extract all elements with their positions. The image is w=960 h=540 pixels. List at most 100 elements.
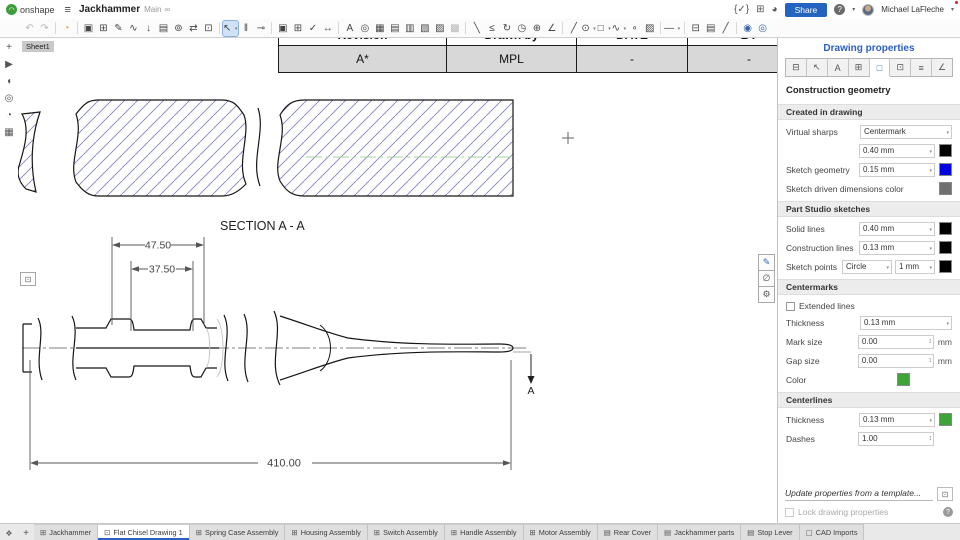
label-icon[interactable]: ▣: [275, 21, 290, 36]
edit-visibility-button[interactable]: ✎: [758, 254, 775, 271]
lock-properties-checkbox[interactable]: [785, 508, 794, 517]
doc-tab-switch-assembly[interactable]: ⊞Switch Assembly: [368, 524, 445, 540]
document-menu-icon[interactable]: ≡: [65, 4, 71, 16]
doc-tab-flat-chisel-drawing-1[interactable]: ⊡Flat Chisel Drawing 1: [98, 524, 190, 540]
doc-tab-housing-assembly[interactable]: ⊞Housing Assembly: [285, 524, 367, 540]
ordinate-dimension-icon[interactable]: ‖: [238, 21, 253, 36]
assistant-icon[interactable]: ◕: [772, 4, 778, 15]
avatar[interactable]: [862, 4, 874, 16]
sketch-geometry-color-swatch[interactable]: [939, 163, 952, 176]
measure-icon[interactable]: ↔: [320, 21, 335, 36]
tab-units-defaults[interactable]: ∠: [932, 59, 952, 76]
dashes-stepper[interactable]: ↕: [929, 435, 934, 442]
mark-size-input[interactable]: [859, 337, 929, 346]
draw-line-icon[interactable]: ╱: [566, 21, 581, 36]
share-button[interactable]: Share: [785, 3, 828, 17]
sketch-points-size-select[interactable]: 1 mm: [895, 260, 935, 274]
centerline-color-swatch[interactable]: [939, 413, 952, 426]
tab-leader-defaults[interactable]: ↖: [807, 59, 828, 76]
learning-center-icon[interactable]: ◔: [59, 21, 74, 36]
tab-construction-defaults[interactable]: □: [870, 59, 891, 76]
table-icon[interactable]: ▦: [372, 21, 387, 36]
gap-size-input[interactable]: [859, 356, 929, 365]
drawing-view-svg[interactable]: SECTION A - A: [18, 38, 777, 523]
section-view-geometry[interactable]: [18, 100, 513, 196]
doc-tab-jackhammer-parts[interactable]: ▤Jackhammer parts: [658, 524, 741, 540]
dimension-410-00[interactable]: 410.00: [267, 458, 301, 470]
bend-table-icon[interactable]: ▥: [402, 21, 417, 36]
tab-dim-defaults[interactable]: ⊟: [786, 59, 807, 76]
extended-lines-checkbox[interactable]: [786, 302, 795, 311]
tab-view-defaults[interactable]: ⊞: [849, 59, 870, 76]
doc-tab-stop-lever[interactable]: ▤Stop Lever: [741, 524, 799, 540]
new-sheet-icon[interactable]: ⊟: [688, 21, 703, 36]
virtual-sharps-select[interactable]: Centermark: [860, 125, 952, 139]
swap-view-icon[interactable]: ⇄: [186, 21, 201, 36]
dimension-lines[interactable]: [30, 237, 511, 470]
comments-icon[interactable]: ◖: [6, 76, 12, 87]
sketch-points-color-swatch[interactable]: [939, 260, 952, 273]
doc-tab-rear-cover[interactable]: ▤Rear Cover: [598, 524, 658, 540]
draw-spline-icon[interactable]: ∿: [612, 21, 627, 36]
insert-image-icon[interactable]: ▤: [156, 21, 171, 36]
drawing-canvas[interactable]: Sheet1 Revision Drawn by DATE BY A* MPL …: [18, 38, 777, 523]
doc-tab-cad-imports[interactable]: ▢CAD Imports: [800, 524, 865, 540]
new-tab-button[interactable]: +: [18, 528, 34, 540]
timer-icon[interactable]: ◷: [514, 21, 529, 36]
draw-circle-icon[interactable]: ⊙: [581, 21, 596, 36]
redo-icon[interactable]: ↷: [37, 21, 52, 36]
dashes-input[interactable]: [859, 434, 929, 443]
hatch-icon[interactable]: ▨: [642, 21, 657, 36]
crop-view-icon[interactable]: ⊡: [201, 21, 216, 36]
find-icon[interactable]: ◎: [357, 21, 372, 36]
insert-view-icon[interactable]: ▣: [81, 21, 96, 36]
help-caret-icon[interactable]: ▾: [852, 6, 855, 13]
doc-tab-motor-assembly[interactable]: ⊞Motor Assembly: [524, 524, 598, 540]
sheet-image-icon[interactable]: ▤: [703, 21, 718, 36]
solid-lines-color-swatch[interactable]: [939, 222, 952, 235]
insert-table-icon[interactable]: ⊞: [96, 21, 111, 36]
line-style-icon[interactable]: —: [664, 21, 681, 36]
selection-filter-icon[interactable]: ❖: [0, 529, 18, 540]
rotate-icon[interactable]: ↻: [499, 21, 514, 36]
centerline-thickness-select[interactable]: 0.13 mm: [859, 413, 935, 427]
lock-help-icon[interactable]: ?: [943, 507, 953, 517]
apps-icon[interactable]: ⊞: [756, 4, 764, 15]
solid-lines-select[interactable]: 0.40 mm: [859, 222, 935, 236]
hole-table-icon[interactable]: ▤: [387, 21, 402, 36]
dimension-icon[interactable]: ↖: [223, 21, 238, 36]
sketch-dims-color-swatch[interactable]: [939, 182, 952, 195]
tab-sheet-defaults[interactable]: ⊡: [890, 59, 911, 76]
preview-dims-icon[interactable]: ◉: [740, 21, 755, 36]
cutlist-table-icon[interactable]: ▨: [432, 21, 447, 36]
check-icon[interactable]: ✓: [305, 21, 320, 36]
insert-callout-icon[interactable]: ↓: [141, 21, 156, 36]
virtual-sharps-size-select[interactable]: 0.40 mm: [859, 144, 935, 158]
preview-annotations-icon[interactable]: ◎: [755, 21, 770, 36]
insert-link-icon[interactable]: ⊚: [171, 21, 186, 36]
doc-tab-handle-assembly[interactable]: ⊞Handle Assembly: [445, 524, 524, 540]
sketch-points-shape-select[interactable]: Circle: [842, 260, 892, 274]
dimension-37-50[interactable]: 37.50: [149, 264, 175, 276]
mark-size-stepper[interactable]: ↕: [928, 338, 933, 345]
text-icon[interactable]: A: [342, 21, 357, 36]
construction-lines-color-swatch[interactable]: [939, 241, 952, 254]
draw-rect-icon[interactable]: □: [597, 21, 612, 36]
help-icon[interactable]: ?: [834, 4, 845, 15]
divider-line-icon[interactable]: ╱: [718, 21, 733, 36]
history-icon[interactable]: ◔: [6, 110, 12, 121]
branch-icon[interactable]: {✓}: [734, 4, 749, 15]
section-view-label[interactable]: SECTION A - A: [220, 219, 305, 233]
doc-tab-jackhammer[interactable]: ⊞Jackhammer: [34, 524, 98, 540]
insert-note-icon[interactable]: ∿: [126, 21, 141, 36]
section-cut-arrow[interactable]: A: [513, 352, 535, 397]
select-icon[interactable]: ▶: [5, 59, 13, 70]
virtual-sharps-color-swatch[interactable]: [939, 144, 952, 157]
tab-hatch-defaults[interactable]: ≡: [911, 59, 932, 76]
tangent-icon[interactable]: ∠: [544, 21, 559, 36]
sheet-thumbnail-icon[interactable]: ⊡: [20, 272, 36, 286]
edit-sketch-icon[interactable]: ✎: [111, 21, 126, 36]
sketch-geometry-select[interactable]: 0.15 mm: [859, 163, 935, 177]
revision-table-icon[interactable]: ▩: [447, 21, 462, 36]
centerline-icon[interactable]: ╲: [469, 21, 484, 36]
